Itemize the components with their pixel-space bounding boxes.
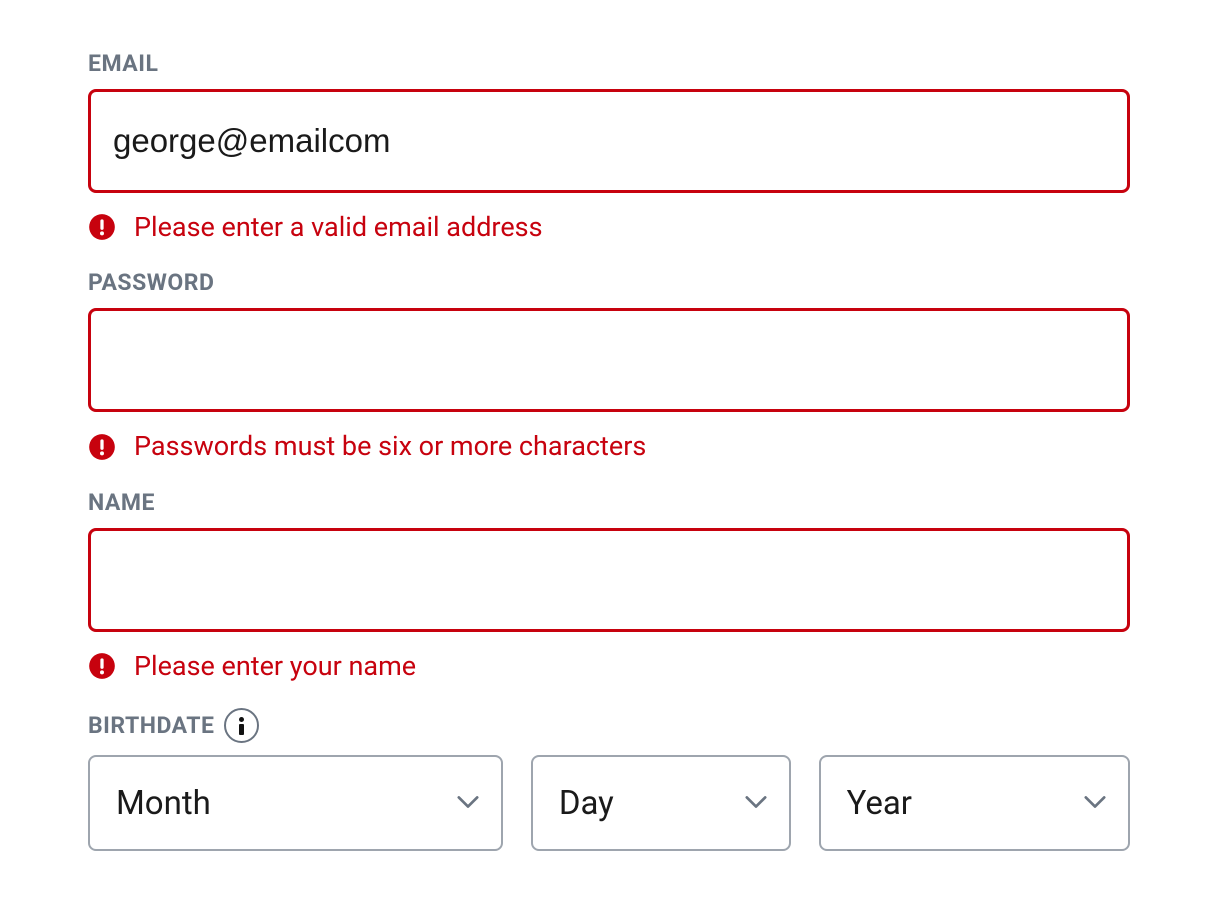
error-icon — [88, 433, 116, 461]
email-group: EMAIL Please enter a valid email address — [88, 50, 1130, 243]
password-input[interactable] — [88, 308, 1130, 412]
password-error-text: Passwords must be six or more characters — [134, 430, 646, 462]
password-label-text: PASSWORD — [88, 269, 214, 296]
birthdate-year-text: Year — [847, 784, 912, 823]
email-error-text: Please enter a valid email address — [134, 211, 543, 243]
email-input[interactable] — [88, 89, 1130, 193]
password-label: PASSWORD — [88, 269, 1130, 296]
birthdate-group: BIRTHDATE Month Day Yea — [88, 708, 1130, 851]
name-input[interactable] — [88, 528, 1130, 632]
info-icon[interactable] — [224, 708, 259, 743]
password-error-row: Passwords must be six or more characters — [88, 430, 1130, 462]
birthdate-row: Month Day Year — [88, 755, 1130, 851]
error-icon — [88, 652, 116, 680]
name-error-text: Please enter your name — [134, 650, 416, 682]
email-label: EMAIL — [88, 50, 1130, 77]
password-group: PASSWORD Passwords must be six or more c… — [88, 269, 1130, 462]
birthdate-month-text: Month — [116, 784, 211, 823]
name-label: NAME — [88, 489, 1130, 516]
name-group: NAME Please enter your name — [88, 489, 1130, 682]
birthdate-month-select[interactable]: Month — [88, 755, 503, 851]
email-error-row: Please enter a valid email address — [88, 211, 1130, 243]
name-error-row: Please enter your name — [88, 650, 1130, 682]
birthdate-label-text: BIRTHDATE — [88, 712, 214, 739]
birthdate-year-select[interactable]: Year — [819, 755, 1130, 851]
name-label-text: NAME — [88, 489, 155, 516]
chevron-down-icon — [457, 794, 479, 813]
birthdate-day-select[interactable]: Day — [531, 755, 791, 851]
birthdate-day-text: Day — [559, 784, 614, 823]
error-icon — [88, 213, 116, 241]
email-label-text: EMAIL — [88, 50, 158, 77]
birthdate-label: BIRTHDATE — [88, 708, 1130, 743]
chevron-down-icon — [745, 794, 767, 813]
chevron-down-icon — [1084, 794, 1106, 813]
